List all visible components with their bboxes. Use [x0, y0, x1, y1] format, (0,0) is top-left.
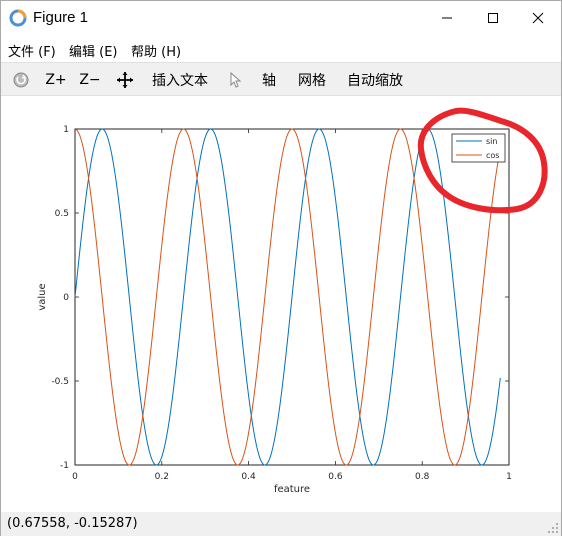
insert-text-button[interactable]: 插入文本: [151, 69, 209, 91]
y-tick-label: 1: [63, 125, 69, 135]
menu-bar: 文件 (F) 编辑 (E) 帮助 (H): [1, 37, 561, 61]
maximize-icon: [488, 13, 498, 23]
plot-svg[interactable]: 0 0.2 0.4 0.6 0.8 1 -1 -0.5 0 0.5 1 feature value…: [1, 97, 561, 511]
legend[interactable]: sin cos: [451, 133, 506, 163]
menu-help[interactable]: 帮助 (H): [131, 41, 181, 60]
cursor-arrow-icon: [230, 71, 242, 88]
x-tick-label: 0.6: [328, 472, 343, 482]
autoscale-button[interactable]: 自动缩放: [346, 69, 404, 91]
x-tick-label: 0: [72, 472, 78, 482]
minimize-button[interactable]: [424, 1, 470, 35]
legend-cos-label: cos: [486, 151, 499, 160]
x-tick-label: 1: [506, 472, 512, 482]
zoom-in-button[interactable]: Z+: [45, 69, 67, 91]
window-title: Figure 1: [33, 9, 89, 26]
status-bar: (0.67558, -0.15287): [1, 512, 561, 536]
cursor-coordinates: (0.67558, -0.15287): [7, 516, 138, 531]
minimize-icon: [442, 17, 452, 19]
axis-button[interactable]: 轴: [261, 69, 277, 91]
toolbar: Z+ Z− 插入文本 轴 网格 自动缩放: [1, 62, 561, 96]
legend-sin-label: sin: [486, 137, 497, 146]
figure-canvas[interactable]: 0 0.2 0.4 0.6 0.8 1 -1 -0.5 0 0.5 1 feature value…: [1, 97, 561, 511]
zoom-out-button[interactable]: Z−: [79, 69, 101, 91]
octave-app-icon: [9, 9, 27, 27]
pan-button[interactable]: [115, 69, 135, 91]
resize-grip-icon[interactable]: [547, 522, 559, 534]
menu-file[interactable]: 文件 (F): [8, 41, 56, 60]
title-bar[interactable]: Figure 1: [1, 1, 561, 36]
x-axis-label: feature: [274, 484, 310, 495]
menu-edit[interactable]: 编辑 (E): [69, 41, 118, 60]
x-tick-label: 0.4: [241, 472, 256, 482]
x-tick-label: 0.2: [155, 472, 169, 482]
x-tick-label: 0.8: [415, 472, 430, 482]
pan-arrows-icon: [117, 72, 133, 88]
y-tick-label: 0: [63, 293, 69, 303]
y-tick-label: -1: [60, 461, 69, 471]
y-tick-label: 0.5: [55, 209, 69, 219]
close-button[interactable]: [515, 1, 561, 35]
y-tick-label: -0.5: [51, 377, 69, 387]
close-icon: [532, 12, 544, 24]
rotate-button[interactable]: [11, 69, 31, 91]
y-axis-label: value: [37, 283, 48, 310]
maximize-button[interactable]: [470, 1, 516, 35]
select-button[interactable]: [227, 69, 243, 91]
figure-window: Figure 1 文件 (F) 编辑 (E) 帮助 (H) Z+ Z− 插入文本…: [0, 0, 562, 536]
grid-button[interactable]: 网格: [297, 69, 327, 91]
rotate-icon: [13, 72, 29, 88]
